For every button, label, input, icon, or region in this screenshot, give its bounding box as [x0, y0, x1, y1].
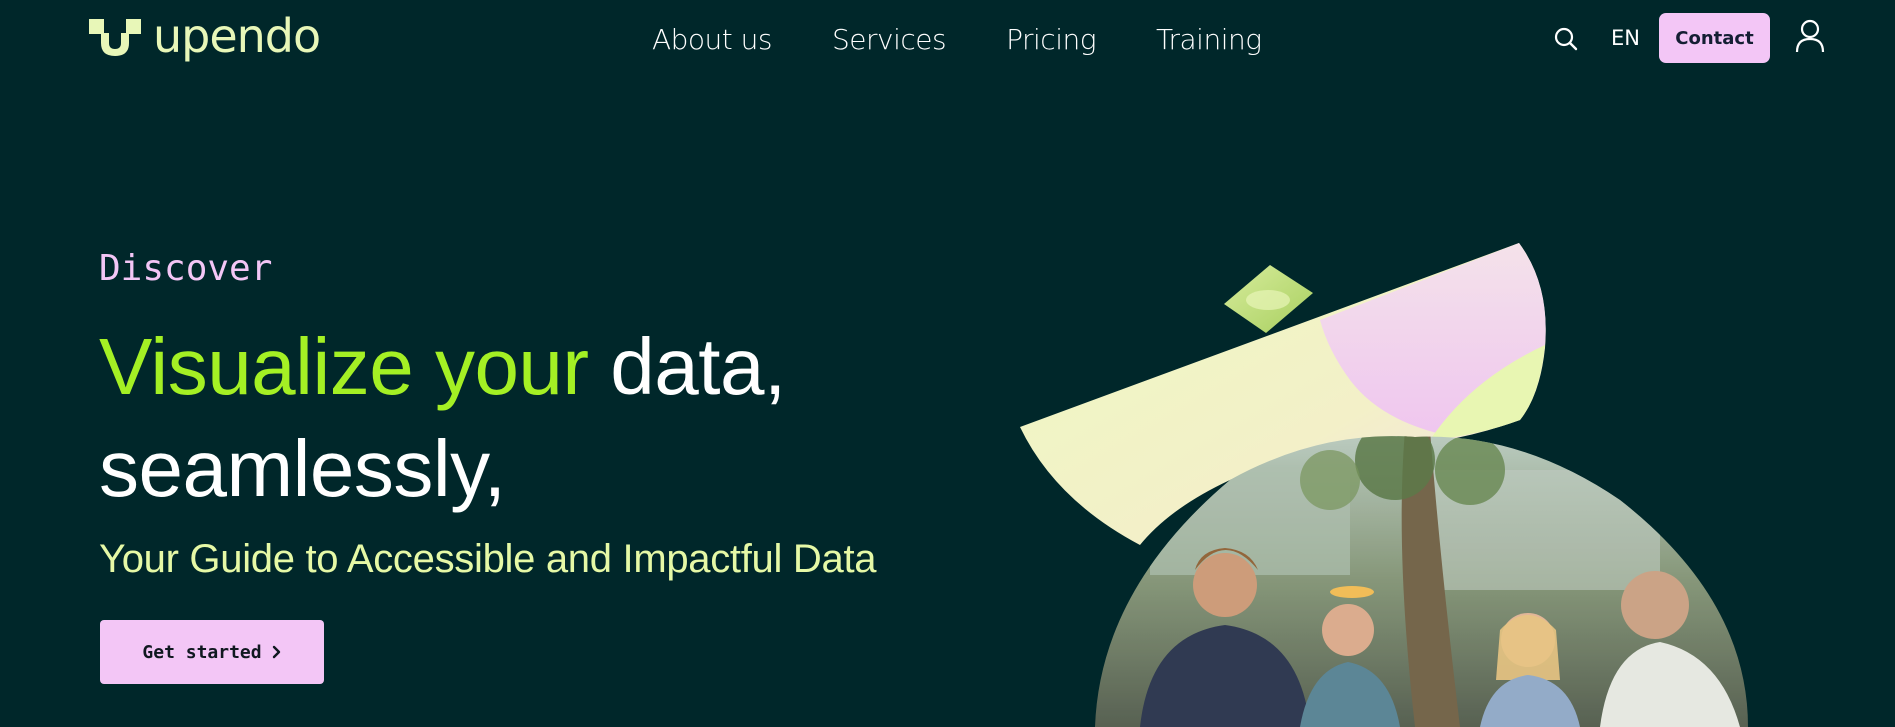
contact-button[interactable]: Contact [1659, 13, 1770, 63]
upendo-logo[interactable]: upendo [89, 13, 321, 61]
nav-pricing[interactable]: Pricing [1006, 20, 1096, 60]
get-started-label: Get started [142, 641, 262, 663]
main-nav: About us Services Pricing Training [652, 20, 1262, 60]
get-started-button[interactable]: Get started [100, 620, 324, 684]
hero-subheadline: Your Guide to Accessible and Impactful D… [99, 537, 877, 581]
page: upendo About us Services Pricing Trainin… [0, 0, 1895, 727]
search-button[interactable] [1551, 24, 1581, 54]
account-button[interactable] [1795, 19, 1825, 53]
hero-eyebrow: Discover [99, 248, 273, 289]
language-selector[interactable]: EN [1611, 22, 1640, 54]
nav-about-us[interactable]: About us [652, 20, 773, 60]
diamond-shape [1224, 265, 1313, 333]
search-icon [1554, 27, 1578, 51]
hero-illustration [1020, 243, 1748, 727]
logo-mark-icon [89, 19, 141, 56]
nav-training[interactable]: Training [1156, 20, 1262, 60]
headline-accent: Visualize your [99, 322, 589, 411]
chevron-right-icon [272, 645, 280, 659]
brand-name: upendo [153, 9, 321, 63]
nav-services[interactable]: Services [832, 20, 947, 60]
hero-headline: Visualize your data, seamlessly, [99, 316, 899, 520]
user-icon [1795, 19, 1825, 53]
